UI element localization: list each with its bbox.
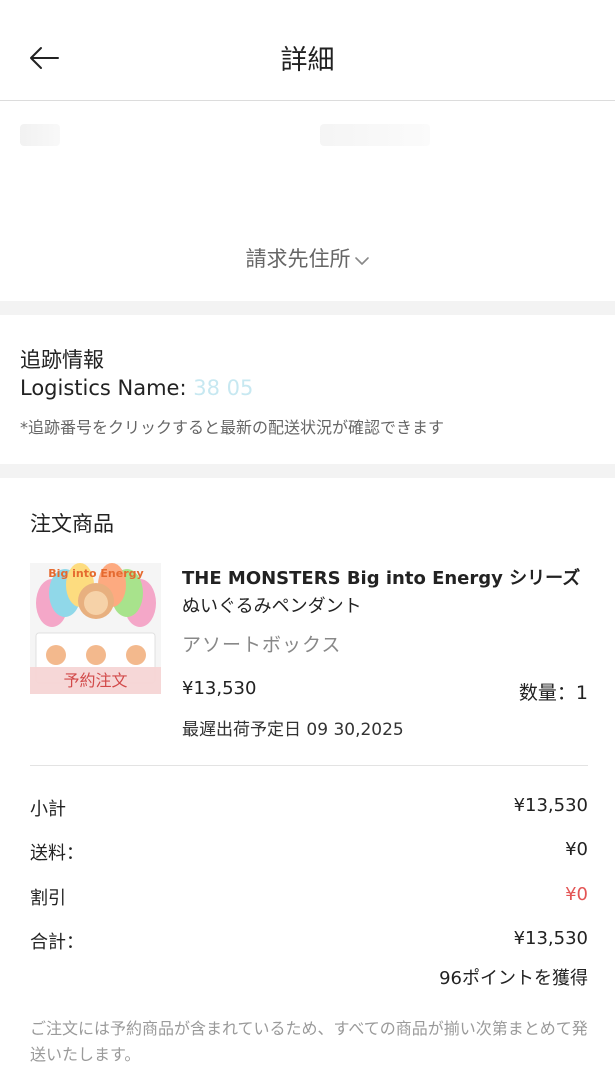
ship-date: 最遅出荷予定日 09 30,2025	[182, 720, 404, 740]
page-title: 詳細	[280, 45, 335, 76]
logistics-line: Logistics Name: 38 05	[20, 376, 253, 400]
redacted-address-row	[20, 118, 440, 148]
shipping-notice: ご注文には予約商品が含まれているため、すべての商品が揃い次第まとめて発送いたしま…	[30, 1019, 588, 1064]
section-divider	[0, 464, 615, 478]
tracking-title: 追跡情報	[20, 348, 104, 372]
total-value: ¥13,530	[513, 928, 588, 949]
shipping-value: ¥0	[565, 839, 588, 860]
subtotal-row: 小計 ¥13,530	[30, 795, 588, 823]
product-price: ¥13,530	[182, 678, 257, 699]
subtotal-value: ¥13,530	[513, 795, 588, 816]
subtotal-label: 小計	[30, 799, 66, 820]
header-bar: 詳細	[0, 0, 615, 101]
product-name-line2: ぬいぐるみペンダント	[182, 596, 362, 617]
discount-label: 割引	[30, 888, 66, 909]
discount-value: ¥0	[565, 884, 588, 905]
tracking-number-link[interactable]: 38 05	[193, 376, 253, 400]
logistics-label: Logistics Name:	[20, 376, 187, 400]
shipping-row: 送料： ¥0	[30, 839, 588, 867]
billing-address-label: 請求先住所	[245, 247, 351, 271]
product-name-line1: THE MONSTERS Big into Energy シリーズ	[182, 568, 581, 589]
preorder-badge: 予約注文	[30, 667, 161, 694]
total-label: 合計：	[30, 932, 84, 953]
product-variant: アソートボックス	[182, 634, 342, 656]
thumb-logo: Big into Energy	[48, 567, 143, 580]
discount-row: 割引 ¥0	[30, 884, 588, 912]
product-quantity: 数量：1	[518, 682, 588, 704]
points-earned: 96ポイントを獲得	[439, 968, 588, 989]
product-name[interactable]: THE MONSTERS Big into Energy シリーズ ぬいぐるみペ…	[182, 565, 592, 621]
shipping-label: 送料：	[30, 843, 84, 864]
chevron-down-icon	[354, 248, 370, 272]
tracking-note: *追跡番号をクリックすると最新の配送状況が確認できます	[20, 418, 445, 437]
summary-divider	[30, 765, 588, 766]
section-divider	[0, 301, 615, 315]
total-row: 合計： ¥13,530	[30, 928, 588, 956]
order-section-title: 注文商品	[30, 512, 114, 536]
billing-address-toggle[interactable]: 請求先住所	[0, 243, 615, 273]
